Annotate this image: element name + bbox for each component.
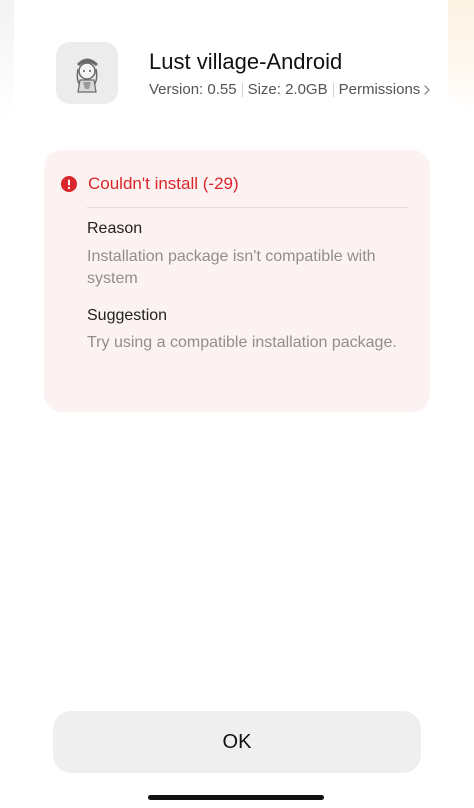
home-indicator[interactable] [148, 795, 324, 800]
suggestion-text: Try using a compatible installation pack… [87, 334, 397, 351]
app-icon [56, 42, 118, 104]
app-size: Size: 2.0GB [247, 81, 328, 98]
suggestion-label: Suggestion [87, 307, 168, 324]
background-edge-left [0, 0, 14, 120]
permissions-label: Permissions [338, 81, 421, 98]
reason-label: Reason [87, 220, 143, 237]
app-header: Lust village-Android Version: 0.55 Size:… [56, 42, 434, 106]
error-title: Couldn't install (-29) [88, 174, 239, 193]
app-version: Version: 0.55 [149, 81, 237, 98]
error-card: Couldn't install (-29) Reason Installati… [44, 150, 430, 412]
permissions-link[interactable]: Permissions [339, 81, 431, 98]
install-dialog-screen: Lust village-Android Version: 0.55 Size:… [0, 0, 474, 808]
chevron-right-icon [424, 84, 430, 95]
background-edge-right [448, 0, 474, 110]
ok-button[interactable]: OK [53, 711, 421, 773]
app-meta: Version: 0.55 Size: 2.0GB Permissions [149, 81, 430, 98]
meta-separator [241, 82, 243, 97]
app-name: Lust village-Android [149, 49, 343, 74]
reason-text: Installation package isn't compatible wi… [87, 248, 376, 287]
alert-circle-icon [61, 176, 77, 192]
error-title-row: Couldn't install (-29) [61, 174, 239, 194]
meta-separator [332, 82, 334, 97]
divider [87, 207, 408, 208]
